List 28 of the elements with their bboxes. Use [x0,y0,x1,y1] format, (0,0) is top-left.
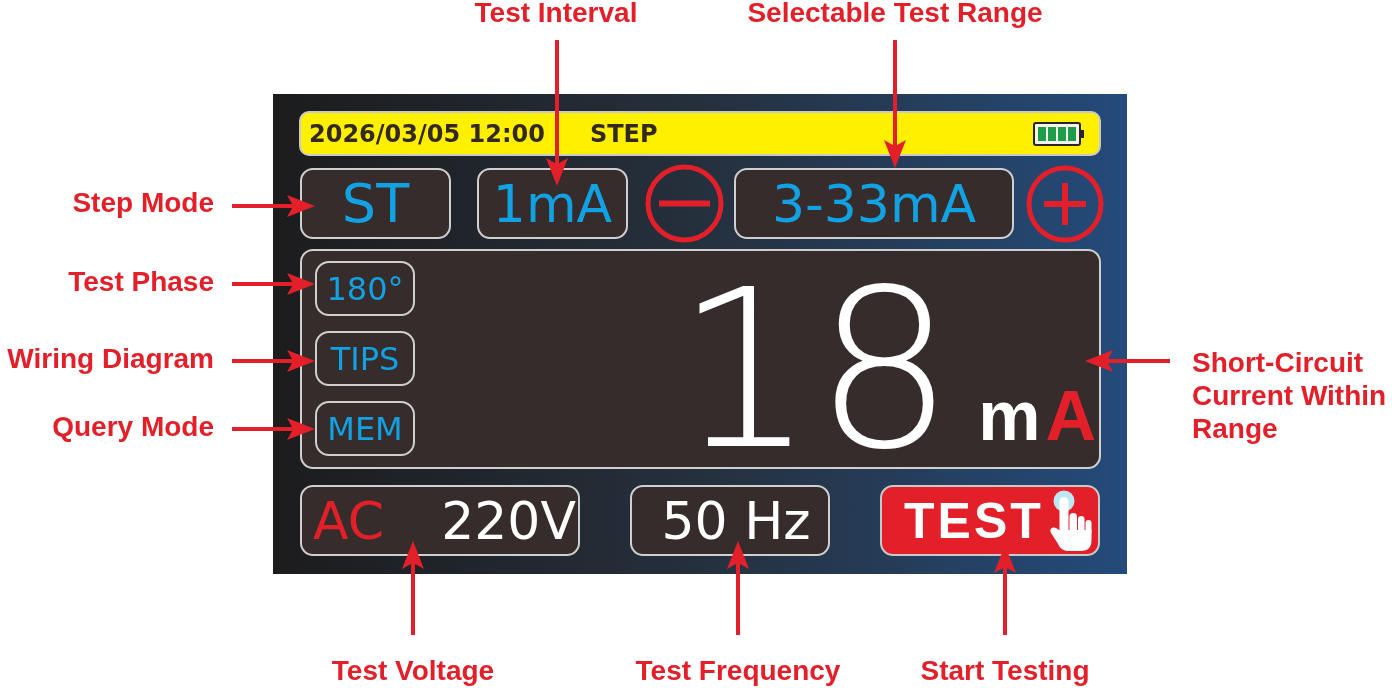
date-time: 2026/03/05 12:00 [309,121,545,146]
unit-label: mA [978,381,1096,451]
callout-label: Test Interval [474,0,638,27]
ac-label: AC [313,494,384,547]
pointing-hand-icon [1048,489,1092,552]
side-button[interactable]: TIPS [315,331,415,386]
side-button[interactable]: 180° [315,261,415,316]
callout-label: Query Mode [52,413,214,441]
step-mode-button[interactable]: ST [300,168,451,239]
side-button[interactable]: MEM [315,401,415,456]
callout-label: Test Phase [68,268,214,296]
battery-icon [1033,121,1085,146]
interval-button[interactable]: 1mA [477,168,628,239]
minus-icon[interactable] [645,164,724,243]
current-reading: 18 [675,281,955,461]
callout-label: Test Frequency [635,657,841,685]
plus-icon[interactable] [1026,164,1104,243]
callout-label: Short-Circuit Current Within Range [1192,346,1388,445]
callout-label: Start Testing [920,657,1090,685]
range-button[interactable]: 3-33mA [734,168,1014,239]
voltage-value: 220V [441,494,576,547]
mode-label: STEP [589,121,658,146]
frequency-display: 50 Hz [630,485,830,556]
callout-label: Test Voltage [331,657,495,685]
callout-label: Selectable Test Range [747,0,1043,27]
callout-label: Wiring Diagram [7,345,214,373]
callout-label: Step Mode [72,189,214,217]
test-button[interactable]: TEST [880,485,1100,556]
